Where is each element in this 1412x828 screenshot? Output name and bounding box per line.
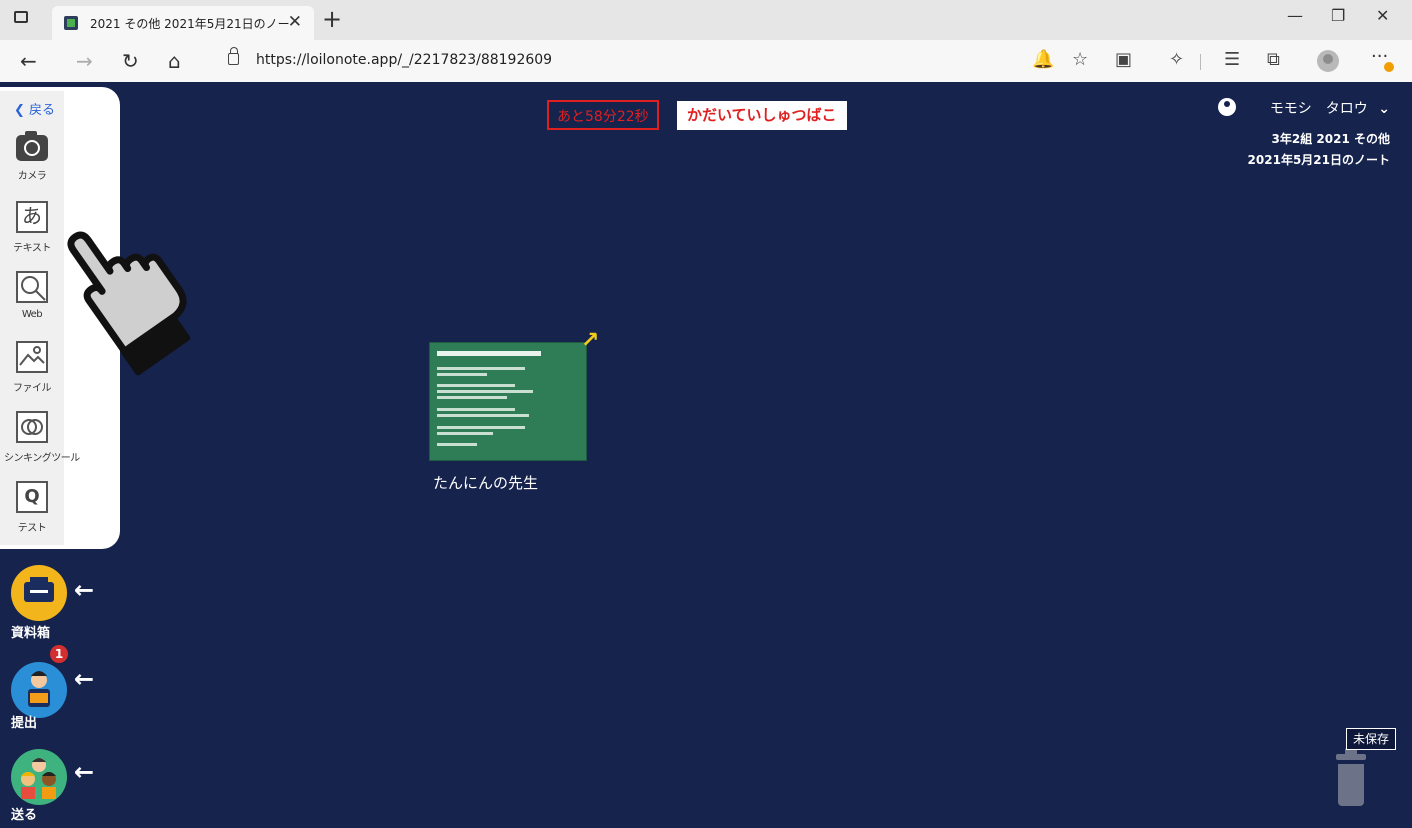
user-avatar-icon (1218, 98, 1236, 116)
add-favorite-icon[interactable]: ☆ (1072, 49, 1088, 70)
materials-box-label: 資料箱 (11, 626, 51, 641)
url-field[interactable]: https://loilonote.app/_/2217823/88192609 (256, 52, 552, 68)
window-close-button[interactable]: ✕ (1376, 6, 1389, 25)
refresh-icon[interactable]: ↻ (122, 49, 139, 73)
tab-title: 2021 その他 2021年5月21日のノート (90, 17, 290, 31)
back-arrow-icon[interactable]: ← (20, 49, 37, 73)
card-line (437, 384, 515, 387)
web-search-icon (16, 271, 48, 303)
camera-icon (16, 131, 48, 161)
notifications-blocked-icon[interactable]: 🔔 (1032, 49, 1054, 70)
file-tool-label: ファイル (13, 383, 52, 394)
browser-address-bar: ← → ↻ ⌂ https://loilonote.app/_/2217823/… (0, 40, 1412, 83)
card-line (437, 414, 529, 417)
restore-button[interactable]: ❐ (1331, 6, 1345, 25)
send-label: 送る (11, 808, 38, 823)
chevron-down-icon: ⌄ (1378, 101, 1390, 117)
card-line (437, 432, 493, 435)
file-image-icon (16, 341, 48, 373)
profile-avatar-icon[interactable] (1317, 50, 1339, 72)
note-name: 2021年5月21日のノート (1247, 153, 1390, 167)
assignment-box-title[interactable]: かだいていしゅつばこ (677, 101, 847, 130)
browser-tab-active[interactable]: 2021 その他 2021年5月21日のノート ✕ (52, 6, 314, 40)
submission-card[interactable] (429, 342, 587, 461)
camera-tool[interactable]: カメラ (4, 131, 60, 182)
open-card-arrow-icon[interactable]: ↗ (581, 328, 599, 353)
trash-can-body (1338, 764, 1364, 806)
card-owner-label: たんにんの先生 (433, 474, 539, 492)
text-icon: あ (16, 201, 48, 233)
trash-lid (1336, 754, 1366, 760)
user-menu[interactable]: モモシ タロウ ⌄ (1270, 98, 1390, 118)
test-tool-label: テスト (17, 523, 47, 534)
browser-tab-bar: 2021 その他 2021年5月21日のノート ✕ + — ❐ ✕ (0, 0, 1412, 40)
forward-arrow-icon[interactable]: → (76, 49, 93, 73)
card-line (437, 373, 487, 376)
camera-tool-label: カメラ (17, 171, 47, 182)
screenshot-extension-icon[interactable]: ▣ (1115, 49, 1132, 70)
trash-icon[interactable] (1330, 746, 1370, 808)
card-line (437, 390, 533, 393)
favorites-icon[interactable]: ☰ (1224, 49, 1240, 70)
submit-person-icon (28, 671, 50, 707)
pointing-hand-icon (67, 231, 191, 376)
materials-box-button[interactable] (11, 565, 67, 621)
send-button[interactable] (11, 749, 67, 805)
thinking-tool-icon (16, 411, 48, 443)
loilonote-favicon-icon (64, 16, 78, 30)
time-remaining-badge: あと58分22秒 (547, 100, 659, 130)
card-line (437, 408, 515, 411)
user-name: モモシ タロウ (1269, 101, 1368, 117)
update-warning-icon (1384, 62, 1394, 72)
printer-icon (24, 577, 54, 602)
home-icon[interactable]: ⌂ (168, 49, 181, 73)
test-tool[interactable]: Q テスト (4, 481, 60, 534)
send-people-icon (21, 758, 56, 799)
test-icon: Q (16, 481, 48, 513)
submit-arrow-icon: ← (74, 665, 95, 693)
card-line (437, 396, 507, 399)
card-line (437, 367, 525, 370)
class-name: 3年2組 2021 その他 (1271, 132, 1390, 146)
card-line (437, 351, 541, 356)
submit-count-badge: 1 (50, 645, 68, 663)
thinking-tool[interactable]: シンキングツール (4, 411, 80, 464)
back-label: 戻る (29, 103, 56, 118)
toolbar-separator (1200, 54, 1201, 70)
tab-close-icon[interactable]: ✕ (288, 12, 302, 32)
card-line (437, 426, 525, 429)
back-button[interactable]: ❮ 戻る (14, 99, 55, 118)
new-tab-button[interactable]: + (322, 5, 342, 33)
submit-button[interactable] (11, 662, 67, 718)
collections-icon[interactable]: ⧉ (1267, 49, 1280, 70)
lock-icon[interactable] (228, 47, 239, 65)
extensions-icon[interactable]: ✧ (1169, 49, 1184, 70)
submit-label: 提出 (11, 716, 38, 731)
card-line (437, 443, 477, 446)
thinking-tool-label: シンキングツール (4, 453, 80, 464)
note-canvas[interactable]: ❮ 戻る カメラ あ テキスト Web ファイル シンキングツール Q テスト … (0, 82, 1412, 828)
send-arrow-icon: ← (74, 758, 95, 786)
tab-actions-icon[interactable] (14, 11, 28, 23)
materials-arrow-icon: ← (74, 576, 95, 604)
minimize-button[interactable]: — (1287, 6, 1303, 25)
unsaved-status: 未保存 (1346, 728, 1397, 750)
